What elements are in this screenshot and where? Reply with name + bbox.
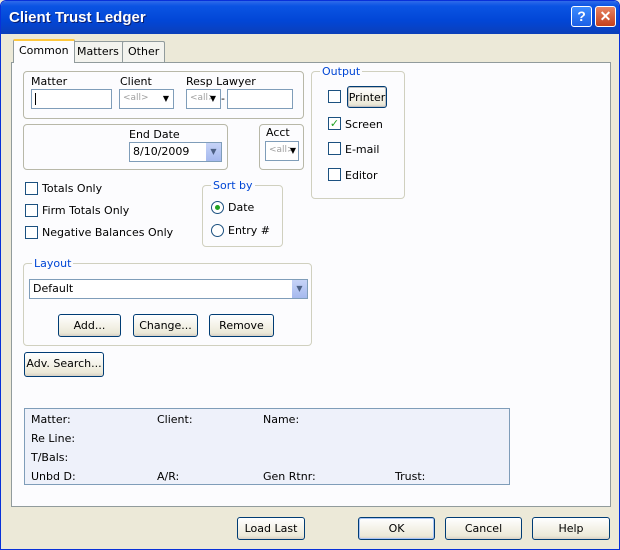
- layout-group-title: Layout: [32, 257, 74, 270]
- layout-select[interactable]: Default ▼: [29, 279, 308, 299]
- chevron-down-icon: ▼: [209, 94, 217, 103]
- tab-matters[interactable]: Matters: [71, 41, 125, 62]
- layout-select-value: Default: [33, 282, 74, 295]
- screen-checkbox[interactable]: ✓: [328, 117, 341, 130]
- output-group: Output Printer ✓ Screen E-mail Editor: [311, 65, 405, 199]
- acct-select[interactable]: <all> ▼: [265, 141, 299, 161]
- client-label: Client: [120, 75, 152, 88]
- client-trust-ledger-dialog: Client Trust Ledger ? ✕ Common Matters O…: [0, 0, 620, 550]
- sort-entry-label: Entry #: [228, 224, 270, 237]
- editor-label: Editor: [345, 169, 378, 182]
- info-name-label: Name:: [263, 413, 300, 426]
- ok-button[interactable]: OK: [358, 517, 435, 540]
- resp-lawyer-input[interactable]: [227, 89, 293, 109]
- cancel-button[interactable]: Cancel: [445, 517, 522, 540]
- layout-add-button[interactable]: Add...: [58, 314, 121, 337]
- info-ar-label: A/R:: [157, 470, 180, 483]
- editor-checkbox[interactable]: [328, 168, 341, 181]
- help-button[interactable]: Help: [532, 517, 610, 540]
- text-caret: [35, 93, 36, 105]
- totals-only-checkbox[interactable]: [25, 182, 38, 195]
- resp-lawyer-label: Resp Lawyer: [186, 75, 256, 88]
- printer-button[interactable]: Printer: [347, 86, 387, 108]
- info-unbd-label: Unbd D:: [31, 470, 76, 483]
- negative-balances-only-label: Negative Balances Only: [42, 226, 174, 239]
- totals-only-label: Totals Only: [42, 182, 103, 195]
- tab-other[interactable]: Other: [122, 41, 166, 62]
- client-select[interactable]: <all> ▼: [119, 89, 174, 109]
- chevron-down-icon: ▼: [289, 146, 297, 155]
- resp-lawyer-select[interactable]: <all> ▼: [186, 89, 221, 109]
- resp-lawyer-separator: -: [221, 92, 225, 105]
- firm-totals-only-label: Firm Totals Only: [42, 204, 130, 217]
- matter-input[interactable]: [31, 89, 112, 109]
- acct-group: Acct <all> ▼: [259, 124, 304, 170]
- summary-info-box: Matter: Client: Name: Re Line: T/Bals: U…: [24, 408, 510, 485]
- info-tbals-label: T/Bals:: [31, 451, 69, 464]
- layout-group: Layout Default ▼ Add... Change... Remove: [23, 257, 312, 346]
- sort-date-label: Date: [228, 201, 255, 214]
- info-re-line-label: Re Line:: [31, 432, 76, 445]
- email-checkbox[interactable]: [328, 142, 341, 155]
- sort-by-group: Sort by Date Entry #: [202, 179, 283, 247]
- acct-label: Acct: [266, 126, 290, 139]
- adv-search-button[interactable]: Adv. Search...: [24, 352, 104, 377]
- chevron-down-icon: ▼: [205, 143, 221, 161]
- chevron-down-icon: ▼: [162, 94, 170, 103]
- end-date-picker[interactable]: 8/10/2009 ▼: [129, 142, 222, 162]
- info-gen-rtnr-label: Gen Rtnr:: [263, 470, 316, 483]
- email-label: E-mail: [345, 143, 380, 156]
- window-title: Client Trust Ledger: [9, 9, 146, 26]
- chevron-down-icon: ▼: [291, 280, 307, 298]
- matter-client-group: Matter Client <all> ▼ Resp Lawyer <all> …: [23, 71, 304, 119]
- layout-remove-button[interactable]: Remove: [209, 314, 274, 337]
- matter-label: Matter: [31, 75, 68, 88]
- firm-totals-only-checkbox[interactable]: [25, 204, 38, 217]
- info-client-label: Client:: [157, 413, 193, 426]
- end-date-label: End Date: [129, 128, 180, 141]
- layout-change-button[interactable]: Change...: [133, 314, 198, 337]
- title-bar: Client Trust Ledger ? ✕: [1, 1, 619, 34]
- printer-checkbox[interactable]: [328, 90, 341, 103]
- info-matter-label: Matter:: [31, 413, 71, 426]
- close-icon[interactable]: ✕: [595, 6, 616, 27]
- end-date-value: 8/10/2009: [133, 145, 190, 158]
- help-icon[interactable]: ?: [571, 6, 592, 27]
- end-date-group: End Date 8/10/2009 ▼: [23, 124, 228, 170]
- sort-by-title: Sort by: [211, 179, 255, 192]
- negative-balances-only-checkbox[interactable]: [25, 226, 38, 239]
- tab-common[interactable]: Common: [13, 39, 75, 63]
- sort-entry-radio[interactable]: [211, 224, 224, 237]
- radio-selected-dot: [215, 205, 220, 210]
- client-select-value: <all>: [123, 93, 149, 103]
- screen-label: Screen: [345, 118, 383, 131]
- sort-date-radio[interactable]: [211, 201, 224, 214]
- output-group-title: Output: [320, 65, 363, 78]
- load-last-button[interactable]: Load Last: [237, 517, 305, 540]
- info-trust-label: Trust:: [395, 470, 426, 483]
